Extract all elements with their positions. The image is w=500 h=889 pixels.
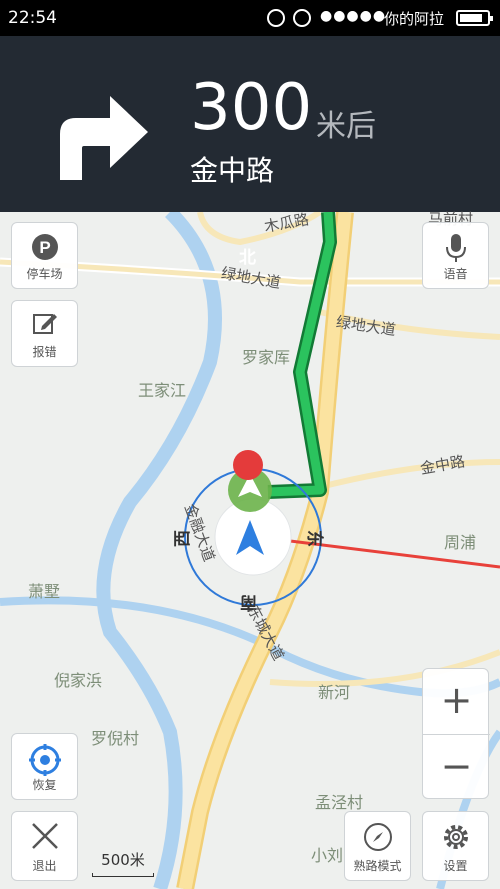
parking-label: 停车场	[26, 267, 63, 281]
place-label: 周浦	[444, 533, 477, 552]
place-label: 王家江	[138, 381, 187, 400]
zoom-control: + −	[422, 668, 490, 799]
exit-button[interactable]: 退出	[11, 811, 78, 881]
place-label: 小刘	[311, 846, 344, 865]
status-time: 22:54	[8, 8, 57, 28]
scale-bar	[92, 873, 154, 877]
settings-button[interactable]: 设置	[422, 811, 489, 881]
place-label: 倪家浜	[54, 671, 103, 690]
locate-icon	[28, 744, 61, 776]
microphone-icon	[445, 234, 466, 262]
familiar-mode-label: 熟路模式	[353, 859, 402, 873]
battery-icon	[456, 10, 493, 26]
next-road-name: 金中路	[190, 154, 275, 187]
parking-icon: P	[31, 234, 58, 260]
zoom-in-icon: +	[440, 678, 473, 722]
place-label: 萧墅	[28, 582, 61, 601]
map-scale: 500米	[92, 849, 154, 877]
signal-icon: ●●●●●	[320, 8, 387, 24]
status-bar: 22:54 ●●●●● 你的阿拉	[0, 0, 500, 36]
north-badge	[233, 450, 263, 480]
voice-button[interactable]: 语音	[422, 222, 489, 289]
edit-icon	[32, 314, 57, 334]
report-error-button[interactable]: 报错	[11, 300, 78, 367]
place-label: 罗家厍	[242, 348, 291, 367]
place-label: 孟泾村	[315, 793, 364, 812]
zoom-out-icon: −	[440, 744, 473, 788]
restore-button[interactable]: 恢复	[11, 733, 78, 800]
exit-label: 退出	[32, 859, 57, 873]
sync-icon	[267, 9, 285, 27]
place-label: 新河	[318, 683, 351, 702]
close-icon	[31, 823, 58, 849]
scale-label: 500米	[101, 851, 145, 869]
compass-east: 东	[304, 530, 324, 547]
navigation-header: 300 米后 金中路	[0, 36, 500, 212]
svg-text:P: P	[39, 238, 50, 257]
distance-unit: 米后	[316, 109, 376, 144]
zoom-in-button[interactable]: +	[423, 669, 490, 735]
turn-distance: 300	[190, 71, 313, 145]
restore-label: 恢复	[32, 778, 57, 792]
zoom-out-button[interactable]: −	[423, 735, 490, 799]
report-label: 报错	[32, 345, 57, 359]
settings-label: 设置	[443, 859, 468, 873]
place-label: 罗倪村	[91, 729, 140, 748]
voice-label: 语音	[443, 267, 468, 281]
parking-button[interactable]: P 停车场	[11, 222, 78, 289]
alarm-icon	[293, 9, 311, 27]
carrier-name: 你的阿拉	[384, 10, 445, 28]
turn-right-arrow-icon	[60, 96, 148, 180]
gear-icon	[443, 825, 468, 849]
compass-icon	[363, 823, 392, 851]
familiar-route-mode-button[interactable]: 熟路模式	[344, 811, 411, 881]
